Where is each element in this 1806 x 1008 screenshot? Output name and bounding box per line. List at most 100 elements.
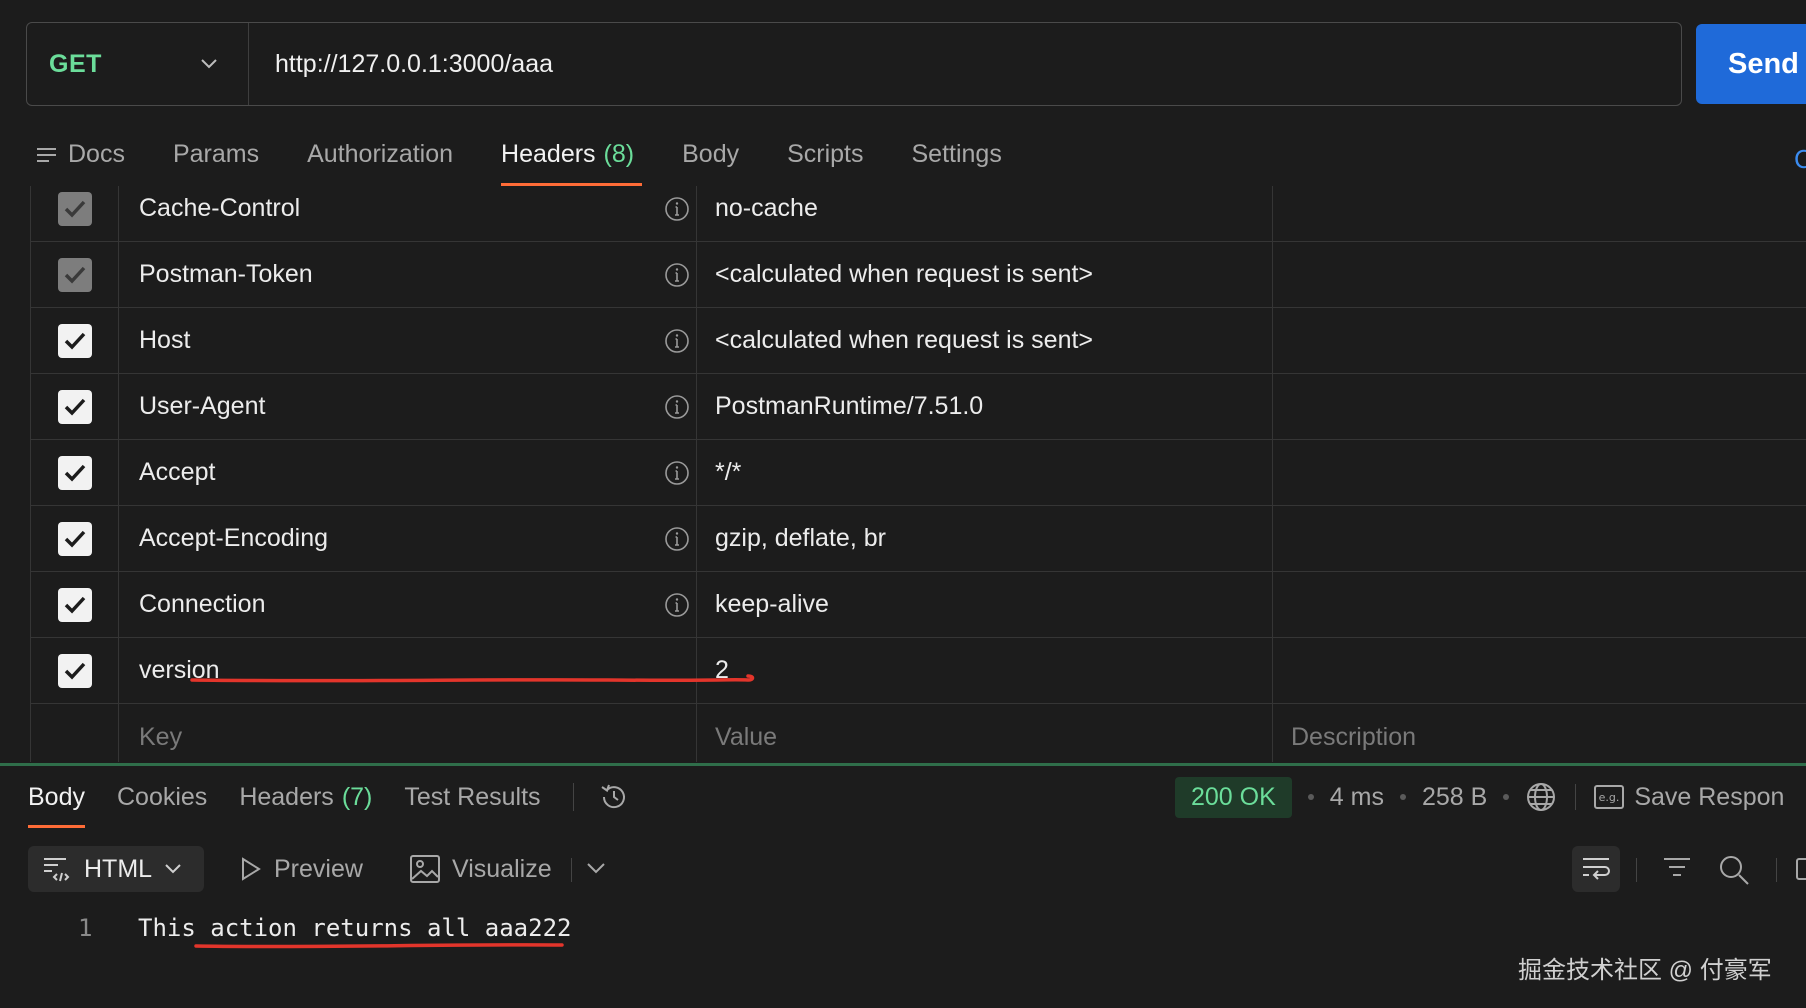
response-tab-test-results-label: Test Results [404, 782, 541, 811]
header-value: no-cache [715, 194, 818, 222]
header-checkbox[interactable] [57, 455, 92, 490]
info-icon[interactable] [664, 526, 690, 552]
header-key: Cache-Control [139, 194, 301, 222]
send-button[interactable]: Send [1696, 24, 1806, 104]
header-value-cell[interactable]: 2 [697, 638, 1273, 703]
header-value-cell[interactable]: <calculated when request is sent> [697, 242, 1273, 307]
tab-authorization[interactable]: Authorization [307, 132, 453, 186]
header-key-cell[interactable]: version [119, 638, 697, 703]
header-row: Connection keep-alive [31, 572, 1806, 638]
method-select[interactable]: GET [27, 23, 249, 105]
filter-icon[interactable] [1662, 856, 1692, 882]
new-header-value-cell[interactable]: Value [697, 704, 1273, 762]
header-description-cell[interactable] [1273, 186, 1806, 241]
header-value-cell[interactable]: keep-alive [697, 572, 1273, 637]
header-description-cell[interactable] [1273, 638, 1806, 703]
info-icon[interactable] [664, 394, 690, 420]
header-value: <calculated when request is sent> [715, 260, 1094, 288]
header-checkbox[interactable] [57, 389, 92, 424]
headers-table: Cache-Control no-cache Postman-Token <ca… [30, 186, 1806, 762]
url-input[interactable] [249, 23, 1681, 105]
header-key: Postman-Token [139, 260, 313, 288]
tab-scripts[interactable]: Scripts [787, 132, 863, 186]
header-key: Accept-Encoding [139, 524, 329, 552]
save-response-button[interactable]: Save Respon [1634, 783, 1784, 812]
header-description-cell[interactable] [1273, 440, 1806, 505]
header-value-cell[interactable]: gzip, deflate, br [697, 506, 1273, 571]
header-row: version 2 [31, 638, 1806, 704]
tab-params[interactable]: Params [173, 132, 259, 186]
cookies-link[interactable]: C [1794, 144, 1806, 170]
info-icon[interactable] [664, 460, 690, 486]
divider [571, 858, 572, 882]
header-checkbox[interactable] [57, 521, 92, 556]
header-checkbox[interactable] [57, 323, 92, 358]
header-key-cell[interactable]: User-Agent [119, 374, 697, 439]
header-key-cell[interactable]: Postman-Token [119, 242, 697, 307]
new-header-key-cell[interactable]: Key [119, 704, 697, 762]
header-description-cell[interactable] [1273, 506, 1806, 571]
header-value-cell[interactable]: no-cache [697, 186, 1273, 241]
copy-icon[interactable] [1794, 856, 1806, 882]
header-value-cell[interactable]: */* [697, 440, 1273, 505]
response-tab-body[interactable]: Body [28, 766, 85, 828]
visualize-label: Visualize [452, 854, 552, 883]
image-icon [410, 855, 440, 883]
response-tabs: Body Cookies Headers (7) Test Results [28, 766, 630, 828]
header-key-cell[interactable]: Accept-Encoding [119, 506, 697, 571]
wrap-lines-button[interactable] [1572, 846, 1620, 892]
tab-settings[interactable]: Settings [912, 132, 1002, 186]
header-value: PostmanRuntime/7.51.0 [715, 392, 984, 420]
info-icon[interactable] [664, 328, 690, 354]
header-key-cell[interactable]: Host [119, 308, 697, 373]
response-tab-test-results[interactable]: Test Results [404, 766, 540, 828]
new-header-description-cell[interactable]: Description [1273, 704, 1806, 762]
header-checkbox[interactable] [57, 587, 92, 622]
tab-headers[interactable]: Headers (8) [501, 132, 643, 186]
header-key: User-Agent [139, 392, 266, 420]
divider [572, 783, 574, 811]
tab-docs[interactable]: Docs [36, 132, 125, 186]
visualize-button[interactable]: Visualize [410, 846, 552, 892]
preview-button[interactable]: Preview [240, 846, 363, 892]
header-description-cell[interactable] [1273, 308, 1806, 373]
line-number: 1 [78, 914, 93, 942]
info-icon[interactable] [664, 262, 690, 288]
header-value-cell[interactable]: <calculated when request is sent> [697, 308, 1273, 373]
header-key-cell[interactable]: Cache-Control [119, 186, 697, 241]
header-checkbox[interactable] [57, 191, 92, 226]
header-description-cell[interactable] [1273, 374, 1806, 439]
header-description-cell[interactable] [1273, 572, 1806, 637]
search-icon[interactable] [1718, 854, 1750, 886]
response-tab-cookies-label: Cookies [116, 782, 208, 811]
info-icon[interactable] [664, 196, 690, 222]
response-tab-headers[interactable]: Headers (7) [239, 766, 372, 828]
check-icon [64, 332, 85, 350]
format-select[interactable]: HTML [28, 846, 204, 892]
response-tab-headers-label: Headers [239, 782, 334, 811]
docs-icon [37, 148, 56, 162]
header-key-cell[interactable]: Connection [119, 572, 697, 637]
header-key: Accept [139, 458, 216, 486]
chevron-down-icon[interactable] [586, 862, 606, 876]
tab-body[interactable]: Body [682, 132, 739, 186]
response-body-text[interactable]: This action returns all aaa222 [138, 914, 571, 942]
tab-scripts-label: Scripts [787, 140, 864, 168]
header-checkbox[interactable] [57, 257, 92, 292]
globe-icon[interactable] [1525, 781, 1557, 813]
header-key-cell[interactable]: Accept [119, 440, 697, 505]
check-icon [64, 200, 85, 218]
response-tab-cookies[interactable]: Cookies [117, 766, 207, 828]
response-size[interactable]: 258 B [1422, 783, 1487, 812]
header-value-cell[interactable]: PostmanRuntime/7.51.0 [697, 374, 1273, 439]
response-time[interactable]: 4 ms [1330, 783, 1384, 812]
check-icon [64, 662, 85, 680]
status-badge[interactable]: 200 OK [1175, 776, 1292, 818]
header-checkbox[interactable] [57, 653, 92, 688]
header-row: Accept-Encoding gzip, deflate, br [31, 506, 1806, 572]
header-value: keep-alive [715, 590, 829, 618]
header-description-cell[interactable] [1273, 242, 1806, 307]
tab-docs-label: Docs [68, 140, 125, 168]
info-icon[interactable] [664, 592, 690, 618]
history-icon[interactable] [598, 781, 630, 813]
